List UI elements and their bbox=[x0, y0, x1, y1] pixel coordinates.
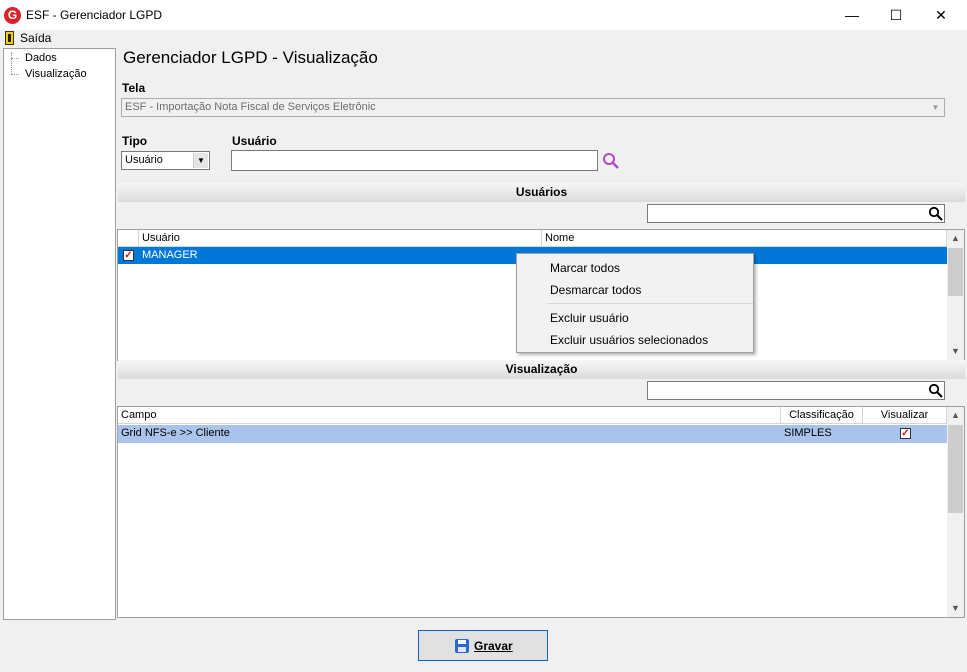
scroll-thumb[interactable] bbox=[948, 425, 963, 513]
tree-item-visualizacao[interactable]: Visualização bbox=[25, 68, 87, 80]
floppy-disk-icon bbox=[455, 639, 469, 653]
users-search-input[interactable] bbox=[647, 204, 945, 223]
column-header-visualizar[interactable]: Visualizar bbox=[863, 407, 947, 424]
users-scrollbar[interactable]: ▲ ▼ bbox=[947, 230, 964, 360]
chevron-up-icon[interactable]: ▲ bbox=[947, 230, 964, 247]
maximize-button[interactable]: ☐ bbox=[873, 0, 919, 30]
close-button[interactable]: ✕ bbox=[918, 0, 964, 30]
view-grid: Campo Classificação Visualizar Grid NFS-… bbox=[117, 406, 965, 618]
menu-item-excluir-usuario[interactable]: Excluir usuário bbox=[550, 311, 629, 325]
visualizar-checkbox[interactable]: ✓ bbox=[900, 428, 911, 439]
usuario-label: Usuário bbox=[232, 134, 277, 148]
tela-label: Tela bbox=[122, 81, 146, 95]
save-button[interactable]: Gravar bbox=[418, 630, 548, 661]
column-header-campo[interactable]: Campo bbox=[118, 407, 781, 424]
menu-bar bbox=[0, 30, 967, 47]
cell-usuario: MANAGER bbox=[142, 249, 198, 261]
row-checkbox[interactable]: ✓ bbox=[123, 250, 134, 261]
column-header-check bbox=[118, 230, 139, 247]
menu-item-marcar-todos[interactable]: Marcar todos bbox=[550, 261, 620, 275]
table-row[interactable]: Grid NFS-e >> Cliente SIMPLES ✓ bbox=[118, 425, 947, 443]
minimize-button[interactable]: — bbox=[829, 0, 875, 30]
chevron-up-icon[interactable]: ▲ bbox=[947, 407, 964, 424]
search-icon[interactable] bbox=[928, 383, 943, 398]
column-header-nome[interactable]: Nome bbox=[542, 230, 947, 247]
tipo-label: Tipo bbox=[122, 134, 148, 148]
usuario-input[interactable] bbox=[231, 150, 598, 171]
window-title: ESF - Gerenciador LGPD bbox=[26, 8, 163, 22]
tela-value: ESF - Importação Nota Fiscal de Serviços… bbox=[125, 101, 376, 113]
menu-item-desmarcar-todos[interactable]: Desmarcar todos bbox=[550, 283, 641, 297]
view-section-header: Visualização bbox=[118, 360, 965, 379]
save-button-label: Gravar bbox=[474, 639, 513, 653]
cell-campo: Grid NFS-e >> Cliente bbox=[121, 427, 230, 439]
magnifier-icon[interactable] bbox=[602, 152, 620, 170]
door-exit-icon[interactable] bbox=[5, 31, 14, 45]
tipo-select[interactable]: Usuário ▼ bbox=[121, 151, 210, 170]
menu-item-excluir-selecionados[interactable]: Excluir usuários selecionados bbox=[550, 333, 708, 347]
tree-connector bbox=[11, 58, 19, 59]
tree-item-dados[interactable]: Dados bbox=[25, 52, 57, 64]
chevron-down-icon[interactable]: ▼ bbox=[947, 600, 964, 617]
menu-separator bbox=[547, 303, 753, 304]
app-logo-icon: G bbox=[4, 7, 21, 24]
chevron-down-icon[interactable]: ▼ bbox=[193, 153, 208, 168]
menu-item-exit[interactable]: Saída bbox=[20, 31, 51, 45]
search-icon[interactable] bbox=[928, 206, 943, 221]
context-menu: Marcar todos Desmarcar todos Excluir usu… bbox=[516, 253, 754, 353]
page-title: Gerenciador LGPD - Visualização bbox=[123, 48, 378, 67]
scroll-thumb[interactable] bbox=[948, 248, 963, 296]
tela-select: ESF - Importação Nota Fiscal de Serviços… bbox=[121, 98, 945, 117]
tree-connector bbox=[11, 52, 12, 74]
chevron-down-icon[interactable]: ▼ bbox=[947, 343, 964, 360]
chevron-down-icon: ▼ bbox=[928, 100, 943, 115]
view-search-input[interactable] bbox=[647, 381, 945, 400]
tipo-value: Usuário bbox=[125, 154, 163, 166]
column-header-usuario[interactable]: Usuário bbox=[139, 230, 542, 247]
column-header-classificacao[interactable]: Classificação bbox=[781, 407, 863, 424]
users-section-header: Usuários bbox=[118, 183, 965, 202]
view-scrollbar[interactable]: ▲ ▼ bbox=[947, 407, 964, 617]
tree-connector bbox=[11, 74, 19, 75]
navigation-tree bbox=[3, 48, 116, 620]
cell-classificacao: SIMPLES bbox=[784, 427, 832, 439]
